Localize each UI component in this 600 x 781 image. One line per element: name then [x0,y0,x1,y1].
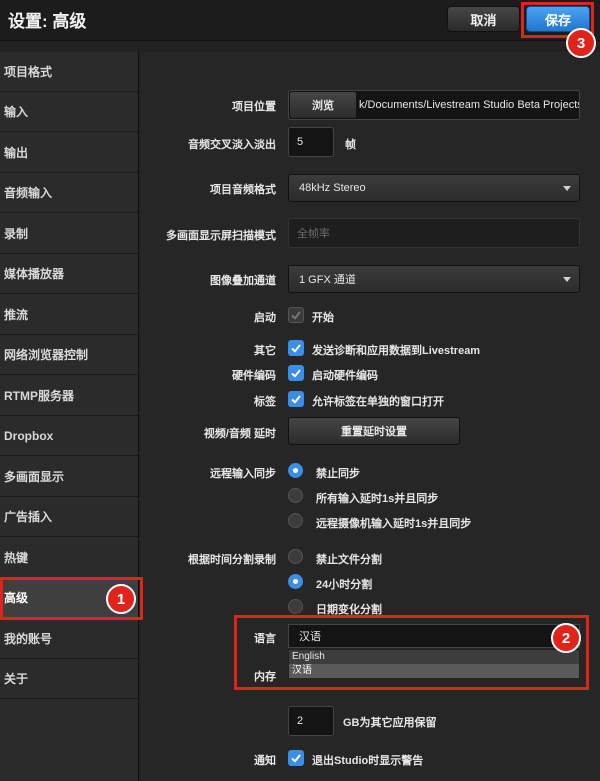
split-record-radio-2[interactable] [288,599,303,614]
project-location-field[interactable]: 浏览 k/Documents/Livestream Studio Beta Pr… [288,90,580,120]
overlay-channel-value: 1 GFX 通道 [299,274,356,286]
hw-encode-checkbox[interactable] [288,365,304,381]
startup-checkbox[interactable] [288,307,304,323]
tabs-checkbox[interactable] [288,391,304,407]
notify-checkbox[interactable] [288,750,304,766]
split-record-label: 根据时间分割录制 [188,554,276,566]
audio-crossfade-input[interactable]: 5 [288,127,334,157]
sidebar-item-input[interactable]: 输入 [0,92,138,132]
other-label: 其它 [254,345,276,357]
project-location-label: 项目位置 [232,101,276,113]
sidebar-item-stream[interactable]: 推流 [0,295,138,335]
step-badge-2: 2 [551,623,581,653]
overlay-channel-label: 图像叠加通道 [210,275,276,287]
check-icon [291,395,301,404]
language-dropdown-list: English 汉语 [288,649,580,679]
hw-encode-option: 启动硬件编码 [312,370,378,382]
memory-input[interactable]: 2 [288,706,334,736]
language-label: 语言 [254,633,276,645]
startup-label: 启动 [254,312,276,324]
audio-crossfade-label: 音频交叉淡入淡出 [188,139,276,151]
page-title: 设置: 高级 [8,12,87,31]
multiview-scan-field: 全帧率 [288,218,580,248]
remote-sync-radio-2[interactable] [288,513,303,528]
split-record-option-2: 日期变化分割 [316,604,382,616]
remote-sync-label: 远程输入同步 [210,468,276,480]
browse-button[interactable]: 浏览 [289,91,357,119]
tabs-label: 标签 [254,396,276,408]
split-record-option-0: 禁止文件分割 [316,554,382,566]
sidebar-item-audio-input[interactable]: 音频输入 [0,173,138,213]
check-icon [291,344,301,353]
settings-sidebar: 项目格式 输入 输出 音频输入 录制 媒体播放器 推流 网络浏览器控制 RTMP… [0,52,139,781]
remote-sync-option-0: 禁止同步 [316,468,360,480]
memory-label: 内存 [254,671,276,683]
diagnostics-option: 发送诊断和应用数据到Livestream [312,345,481,357]
sidebar-item-record[interactable]: 录制 [0,214,138,254]
step-badge-3: 3 [566,28,596,58]
sidebar-item-rtmp-server[interactable]: RTMP服务器 [0,376,138,416]
remote-sync-option-1: 所有输入延时1s并且同步 [316,493,439,505]
sidebar-item-dropbox[interactable]: Dropbox [0,416,138,456]
notify-label: 通知 [254,755,276,767]
language-option-chinese[interactable]: 汉语 [289,664,579,678]
audio-format-label: 项目音频格式 [210,184,276,196]
chevron-down-icon [563,277,571,282]
sidebar-item-multiview[interactable]: 多画面显示 [0,457,138,497]
check-icon [291,311,301,320]
language-select[interactable]: 汉语 [288,624,580,648]
sidebar-item-web-control[interactable]: 网络浏览器控制 [0,335,138,375]
language-value: 汉语 [299,631,321,643]
sidebar-item-output[interactable]: 输出 [0,133,138,173]
remote-sync-option-2: 远程摄像机输入延时1s并且同步 [316,518,472,530]
check-icon [291,754,301,763]
reset-delay-button[interactable]: 重置延时设置 [288,417,460,445]
sidebar-item-ad-insert[interactable]: 广告插入 [0,497,138,537]
split-record-option-1: 24小时分割 [316,579,373,591]
split-record-radio-0[interactable] [288,549,303,564]
notify-option: 退出Studio时显示警告 [312,755,424,767]
sidebar-item-hotkeys[interactable]: 热键 [0,538,138,578]
overlay-channel-select[interactable]: 1 GFX 通道 [288,265,580,293]
step-badge-1: 1 [106,584,136,614]
multiview-scan-label: 多画面显示屏扫描模式 [166,230,276,242]
diagnostics-checkbox[interactable] [288,340,304,356]
project-path: k/Documents/Livestream Studio Beta Proje… [359,99,580,111]
sidebar-item-project-format[interactable]: 项目格式 [0,52,138,92]
check-icon [291,369,301,378]
chevron-down-icon [563,186,571,191]
sidebar-item-about[interactable]: 关于 [0,659,138,699]
memory-unit: GB为其它应用保留 [343,717,437,729]
title-bar: 设置: 高级 取消 保存 [0,0,600,41]
tabs-option: 允许标签在单独的窗口打开 [312,396,444,408]
cancel-button[interactable]: 取消 [447,6,520,32]
audio-format-select[interactable]: 48kHz Stereo [288,174,580,202]
sidebar-item-my-account[interactable]: 我的账号 [0,619,138,659]
remote-sync-radio-0[interactable] [288,463,303,478]
audio-format-value: 48kHz Stereo [299,182,366,194]
audio-crossfade-unit: 帧 [345,139,356,151]
remote-sync-radio-1[interactable] [288,488,303,503]
split-record-radio-1[interactable] [288,574,303,589]
startup-option: 开始 [312,312,334,324]
av-delay-label: 视频/音频 延时 [203,428,276,440]
hw-encode-label: 硬件编码 [232,370,276,382]
language-option-english[interactable]: English [289,650,579,664]
sidebar-item-media-player[interactable]: 媒体播放器 [0,254,138,294]
